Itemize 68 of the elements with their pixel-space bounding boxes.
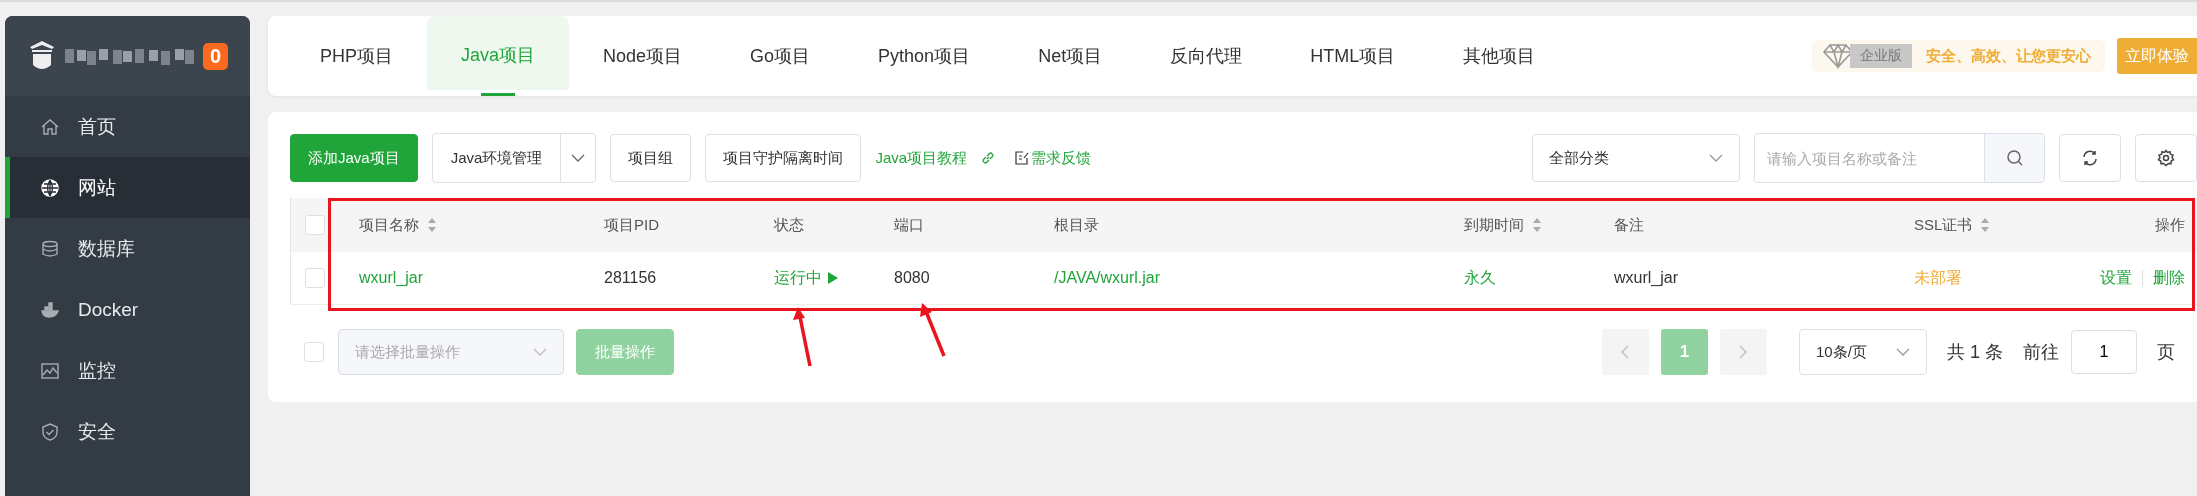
- sidebar-item[interactable]: 监控: [5, 340, 250, 401]
- caret-icon: [1896, 348, 1910, 356]
- sort-icon[interactable]: [1980, 217, 1991, 233]
- column-header[interactable]: 到期时间: [1464, 215, 1542, 235]
- search-button[interactable]: [1984, 134, 2044, 182]
- refresh-button[interactable]: [2059, 134, 2121, 182]
- table-cell-text: 281156: [603, 269, 658, 287]
- annotation-arrow: [793, 306, 815, 368]
- column-header[interactable]: SSL证书: [1914, 215, 1991, 235]
- database-icon: [40, 238, 60, 259]
- column-header: 项目PID: [604, 215, 659, 235]
- project-tab[interactable]: Go项目: [716, 16, 845, 96]
- sidebar-item[interactable]: 网站: [5, 157, 250, 218]
- project-tab[interactable]: PHP项目: [286, 16, 427, 96]
- category-select[interactable]: 全部分类: [1532, 134, 1740, 182]
- edit-icon: [1015, 151, 1030, 165]
- chevron-right-icon: [1739, 345, 1748, 359]
- sort-icon[interactable]: [1532, 217, 1542, 233]
- page-input[interactable]: 1: [2071, 330, 2137, 374]
- chevron-left-icon: [1621, 345, 1630, 359]
- refresh-icon: [2081, 149, 2099, 167]
- search-field[interactable]: 请输入项目名称或备注: [1754, 133, 2045, 183]
- select-all-checkbox[interactable]: [305, 215, 325, 235]
- project-group-button[interactable]: 项目组: [610, 134, 692, 182]
- notification-badge: 0: [203, 42, 229, 70]
- chart-icon: [40, 360, 60, 381]
- edition-tag: 企业版: [1850, 44, 1912, 68]
- link-icon: [981, 151, 996, 165]
- env-split-button[interactable]: Java环境管理: [431, 133, 597, 183]
- sidebar-item[interactable]: 数据库: [5, 218, 250, 279]
- column-header[interactable]: 项目名称: [359, 215, 437, 235]
- total-count: 共 1 条: [1947, 341, 2003, 364]
- batch-checkbox[interactable]: [304, 342, 324, 362]
- sort-icon[interactable]: [427, 217, 437, 233]
- caret-icon: [533, 348, 547, 356]
- settings-button[interactable]: [2135, 134, 2197, 182]
- sidebar-item[interactable]: 首页: [5, 96, 250, 157]
- remark-cell-text: wxurl_jar: [1613, 269, 1679, 287]
- caret-icon: [1709, 154, 1723, 162]
- play-icon: [828, 272, 838, 284]
- gear-icon: [2157, 149, 2175, 167]
- env-label[interactable]: Java环境管理: [432, 148, 561, 168]
- annotation-arrow: [918, 302, 948, 358]
- goto-label: 前往: [2023, 341, 2059, 364]
- column-header: 根目录: [1054, 215, 1099, 235]
- search-icon: [2005, 149, 2024, 167]
- sidebar-item[interactable]: 安全: [5, 401, 250, 462]
- whale-icon: [40, 299, 60, 320]
- column-header: 状态: [774, 215, 804, 235]
- promo-slogan: 安全、高效、让您更安心: [1926, 46, 2091, 66]
- row-checkbox[interactable]: [305, 268, 325, 288]
- column-header: 端口: [894, 215, 924, 235]
- guard-interval-button[interactable]: 项目守护隔离时间: [705, 134, 862, 182]
- shield-icon: [40, 421, 60, 442]
- project-tab[interactable]: 反向代理: [1136, 16, 1277, 96]
- project-tab[interactable]: HTML项目: [1276, 16, 1430, 96]
- sidebar-item[interactable]: Docker: [5, 279, 250, 340]
- home-icon: [40, 116, 60, 137]
- project-tab[interactable]: 其他项目: [1429, 16, 1570, 96]
- globe-icon: [40, 177, 60, 198]
- page-size-select[interactable]: 10条/页: [1799, 329, 1927, 375]
- project-tab[interactable]: Net项目: [1004, 16, 1137, 96]
- page-unit-label: 页: [2157, 341, 2175, 364]
- project-tab[interactable]: Node项目: [569, 16, 717, 96]
- column-header: 备注: [1614, 215, 1644, 235]
- project-tab[interactable]: Python项目: [844, 16, 1005, 96]
- column-header: 操作: [2155, 215, 2185, 235]
- table-cell-text: 8080: [893, 269, 931, 287]
